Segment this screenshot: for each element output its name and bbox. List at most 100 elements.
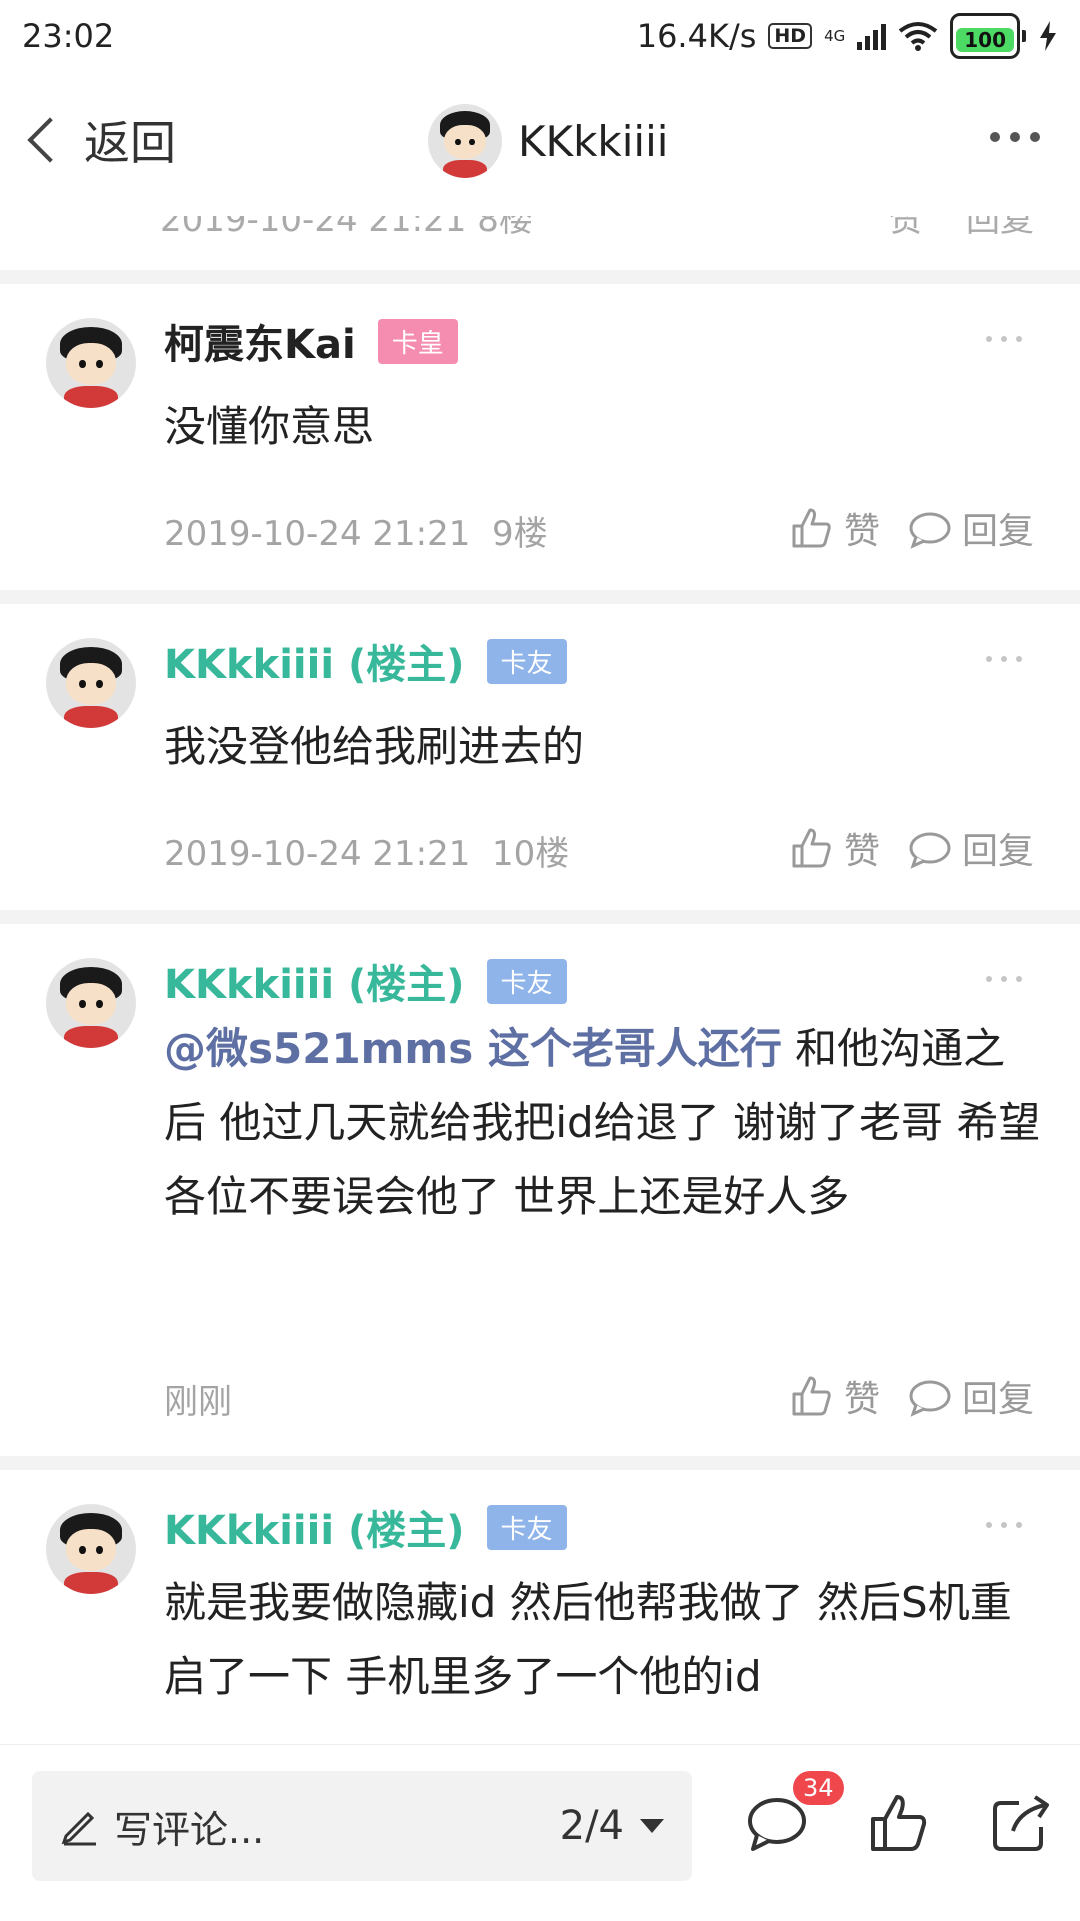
partial-like-label: 赞 [888,216,923,240]
battery-level: 100 [956,28,1014,52]
comment-author[interactable]: 柯震东Kai [164,312,356,370]
comment-author[interactable]: KKkkiiii (楼主) [164,632,465,690]
comment-text: 就是我要做隐藏id 然后他帮我做了 然后S机重启了一下 手机里多了一个他的id [164,1578,1012,1701]
comment-text: 我没登他给我刷进去的 [164,722,585,771]
comment-bubble-icon [909,512,951,549]
share-icon [993,1795,1049,1851]
hd-icon: HD [768,23,813,49]
comment-bubble-icon [909,1380,951,1417]
status-indicators: 16.4K/s HD 4G 100 [637,13,1058,59]
like-label: 赞 [843,1379,880,1420]
comment-avatar[interactable] [46,958,136,1048]
like-label: 赞 [843,831,880,872]
page-selector[interactable]: 2/4 [560,1803,664,1849]
comment-meta: 2019-10-24 21:21 9楼 [164,506,548,555]
reply-button[interactable]: 回复 [908,502,1034,554]
comment-header: KKkkiiii (楼主) 卡友 [164,952,567,1010]
battery-icon: 100 [950,13,1026,59]
comment-input-placeholder: 写评论... [114,1807,265,1852]
comment-author[interactable]: KKkkiiii (楼主) [164,952,465,1010]
comment-avatar[interactable] [46,318,136,408]
like-button[interactable]: 赞 [790,822,880,874]
comment-meta: 刚刚 [164,1374,232,1423]
signal-icon [857,22,887,50]
divider [0,590,1080,604]
comment-time: 刚刚 [164,1382,232,1422]
reply-button[interactable]: 回复 [908,822,1034,874]
caret-down-icon [640,1819,664,1833]
comment-bubble-icon [909,832,951,869]
nav-username: KKkkiiii [518,116,669,166]
comment-avatar[interactable] [46,1504,136,1594]
partial-comment-row: 2019-10-24 21:21 8楼 赞 回复 [0,216,1080,270]
avatar [46,318,136,408]
comments-button[interactable]: 34 [745,1771,844,1855]
partial-reply-label: 回复 [966,216,1034,240]
comment-header: KKkkiiii (楼主) 卡友 [164,1498,567,1556]
status-time: 23:02 [22,17,115,55]
comment-item: KKkkiiii (楼主) 卡友 就是我要做隐藏id 然后他帮我做了 然后S机重… [0,1470,1080,1744]
back-label: 返回 [84,116,176,170]
reply-button[interactable]: 回复 [908,1370,1034,1422]
comment-avatar[interactable] [46,638,136,728]
wifi-icon [899,22,938,51]
comment-header: 柯震东Kai 卡皇 [164,312,458,370]
reply-label: 回复 [961,831,1034,872]
user-badge: 卡友 [486,958,567,1004]
avatar [46,958,136,1048]
comment-floor: 10楼 [492,834,570,874]
reply-label: 回复 [961,511,1034,552]
avatar [46,638,136,728]
comment-input[interactable]: 写评论... 2/4 [32,1771,692,1881]
comment-header: KKkkiiii (楼主) 卡友 [164,632,567,690]
thumbs-up-icon [792,1376,831,1416]
comment-actions: 赞 回复 [790,822,1034,874]
comment-actions: 赞 回复 [790,502,1034,554]
thumbs-up-icon [792,828,831,868]
comment-more-button[interactable] [986,656,1022,662]
thumbs-up-icon [792,508,831,548]
comment-item: KKkkiiii (楼主) 卡友 @微s521mms 这个老哥人还行 和他沟通之… [0,924,1080,1454]
reply-label: 回复 [961,1379,1034,1420]
network-speed: 16.4K/s [636,17,757,55]
like-label: 赞 [843,511,880,552]
chevron-left-icon [27,117,73,163]
comment-count-badge: 34 [793,1771,844,1805]
status-bar: 23:02 16.4K/s HD 4G 100 [0,0,1080,72]
pencil-icon [61,1811,96,1846]
thumbs-up-icon [871,1795,927,1851]
charging-icon [1040,21,1056,51]
share-button[interactable] [989,1791,1053,1855]
back-button[interactable]: 返回 [20,107,176,173]
bottom-bar: 写评论... 2/4 34 [0,1744,1080,1921]
thread-owner[interactable]: KKkkiiii [428,104,668,178]
comment-text: 没懂你意思 [164,402,375,451]
comment-time: 2019-10-24 21:21 [164,834,471,874]
divider [0,910,1080,924]
comment-item: 柯震东Kai 卡皇 没懂你意思 2019-10-24 21:21 9楼 赞 回复 [0,284,1080,584]
bottom-actions: 34 [745,1771,1053,1855]
like-button[interactable]: 赞 [790,502,880,554]
user-badge: 卡皇 [377,318,458,364]
comment-more-button[interactable] [986,976,1022,982]
like-button[interactable]: 赞 [790,1370,880,1422]
comment-text: @微s521mms 这个老哥人还行 和他沟通之后 他过几天就给我把id给退了 谢… [164,1012,1044,1234]
like-post-button[interactable] [867,1791,931,1855]
user-mention-link[interactable]: @微s521mms 这个老哥人还行 [164,1024,782,1073]
comment-item: KKkkiiii (楼主) 卡友 我没登他给我刷进去的 2019-10-24 2… [0,604,1080,904]
user-badge: 卡友 [486,1504,567,1550]
user-badge: 卡友 [486,638,567,684]
comment-floor: 9楼 [492,514,548,554]
divider [0,1456,1080,1470]
comment-time: 2019-10-24 21:21 [164,514,471,554]
network-type: 4G [824,27,846,45]
comment-author[interactable]: KKkkiiii (楼主) [164,1498,465,1556]
comment-more-button[interactable] [986,336,1022,342]
partial-actions: 赞 回复 [889,216,1034,241]
page-label: 2/4 [559,1803,624,1849]
comment-meta: 2019-10-24 21:21 10楼 [164,826,569,875]
comment-more-button[interactable] [986,1522,1022,1528]
more-options-button[interactable] [990,132,1040,142]
divider [0,270,1080,284]
top-nav-bar: 返回 KKkkiiii [0,72,1080,216]
